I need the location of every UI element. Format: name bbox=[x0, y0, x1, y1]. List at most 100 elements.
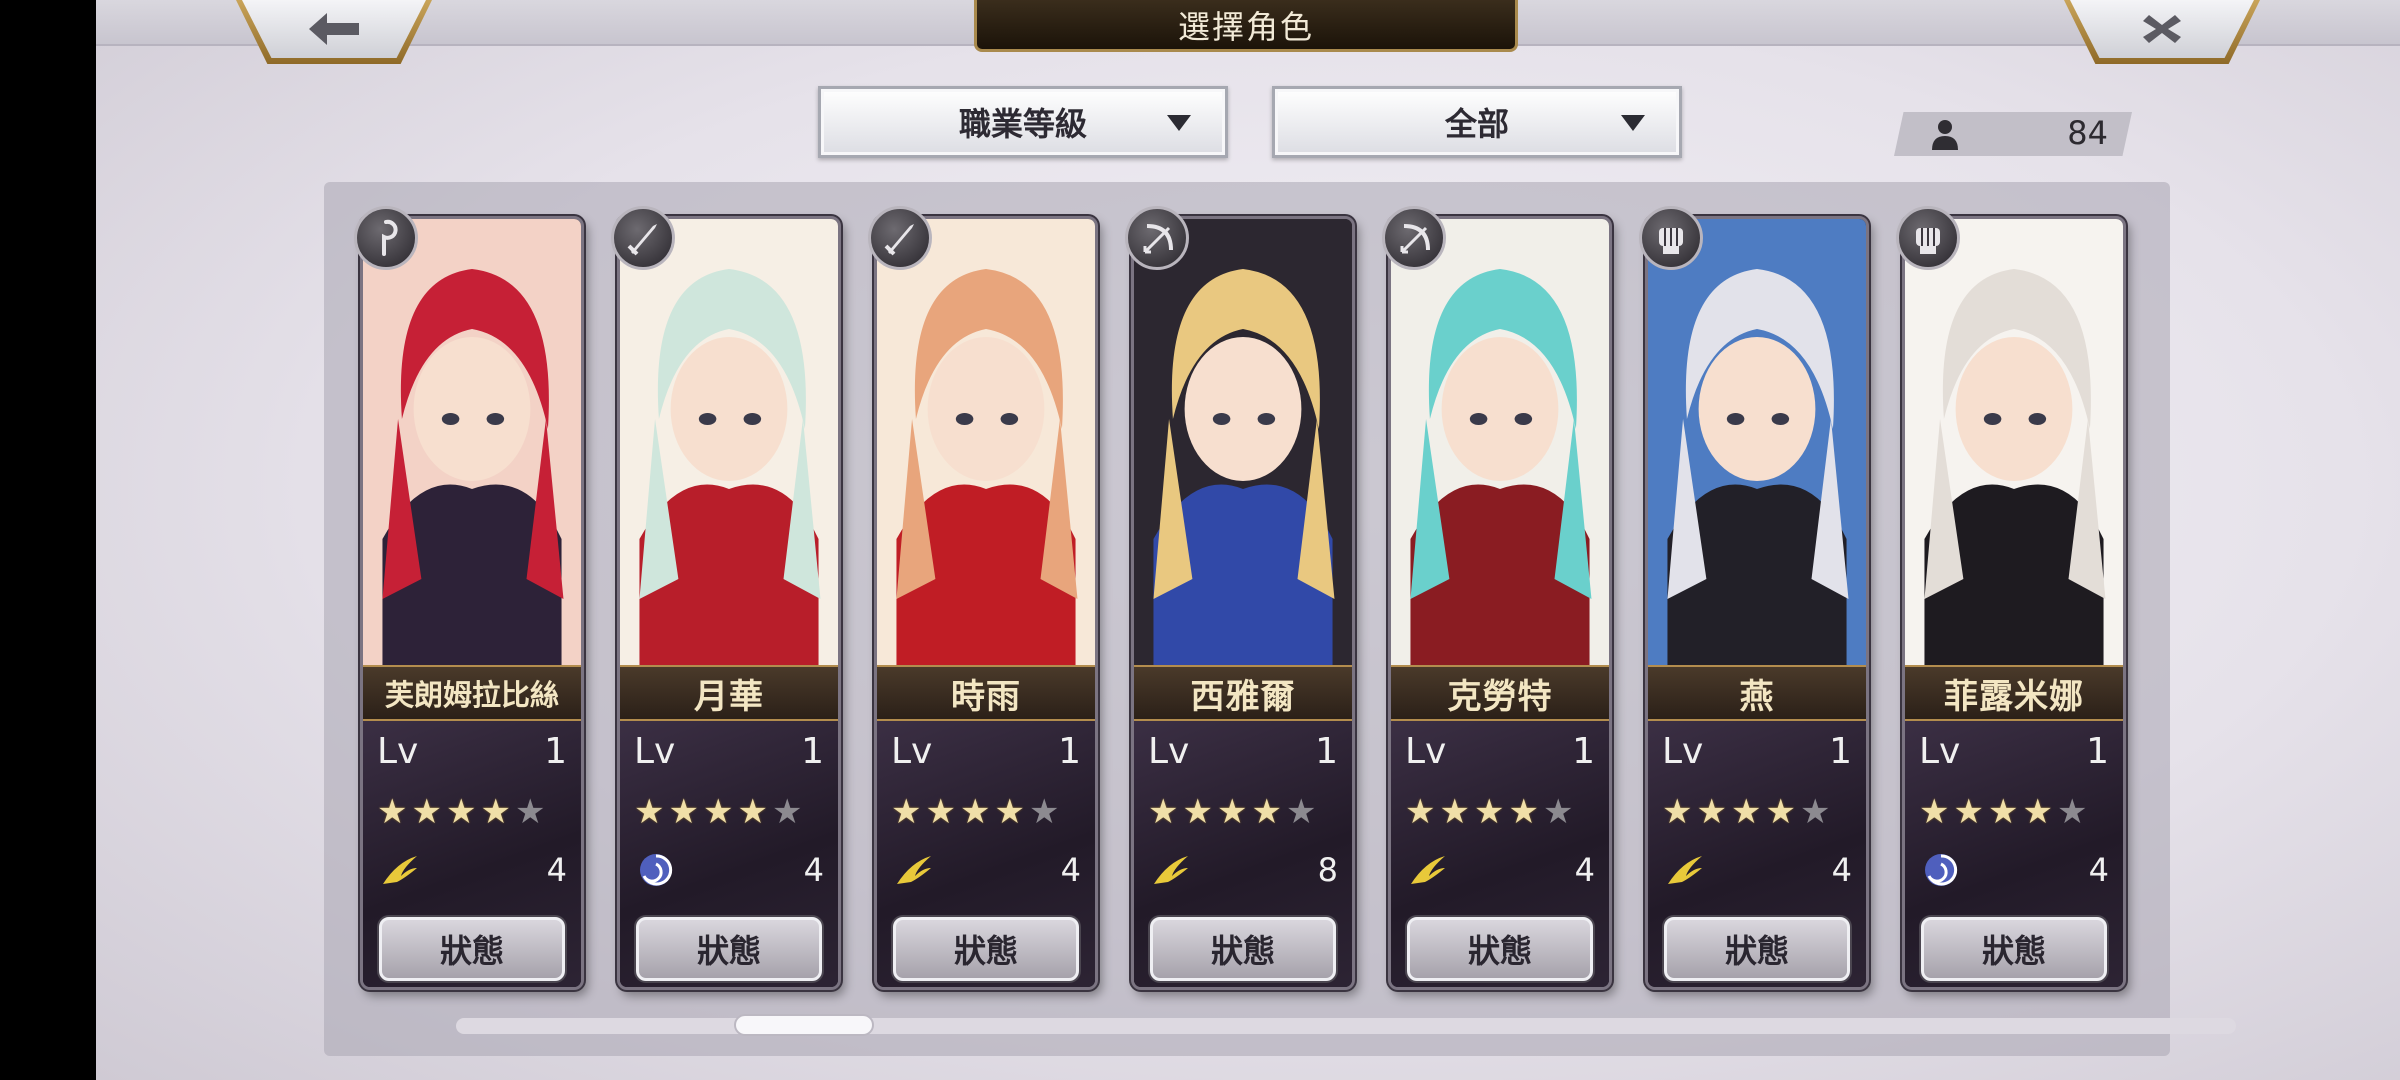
fist-icon bbox=[1639, 206, 1703, 270]
job-level-dropdown[interactable]: 職業等級 bbox=[818, 86, 1228, 158]
star-filled-icon: ★ bbox=[1182, 792, 1213, 832]
close-icon bbox=[2143, 15, 2181, 43]
level-label: Lv bbox=[891, 731, 933, 772]
character-stats: Lv 1 ★ ★ ★ ★ ★ 4 狀態 bbox=[1391, 721, 1609, 987]
staff-icon bbox=[354, 206, 418, 270]
character-card[interactable]: 時雨 Lv 1 ★ ★ ★ ★ ★ 4 狀態 bbox=[874, 216, 1098, 990]
chevron-down-icon bbox=[1621, 115, 1645, 131]
wind-element-icon bbox=[383, 856, 417, 884]
back-button[interactable] bbox=[236, 0, 432, 64]
character-card[interactable]: 克勞特 Lv 1 ★ ★ ★ ★ ★ 4 狀態 bbox=[1388, 216, 1612, 990]
character-name: 西雅爾 bbox=[1134, 665, 1352, 721]
star-filled-icon: ★ bbox=[994, 792, 1025, 832]
character-portrait bbox=[877, 219, 1095, 665]
rarity-stars: ★ ★ ★ ★ ★ bbox=[1919, 795, 2087, 829]
level-row: Lv 1 bbox=[1919, 731, 2109, 772]
cost-value: 4 bbox=[1060, 851, 1081, 889]
character-card[interactable]: 菲露米娜 Lv 1 ★ ★ ★ ★ ★ 4 狀態 bbox=[1902, 216, 2126, 990]
portrait-image bbox=[1134, 219, 1352, 665]
character-name: 芙朗姆拉比絲 bbox=[363, 665, 581, 721]
rarity-stars: ★ ★ ★ ★ ★ bbox=[891, 795, 1059, 829]
character-stats: Lv 1 ★ ★ ★ ★ ★ 8 狀態 bbox=[1134, 721, 1352, 987]
level-row: Lv 1 bbox=[377, 731, 567, 772]
category-dropdown[interactable]: 全部 bbox=[1272, 86, 1682, 158]
character-card[interactable]: 月華 Lv 1 ★ ★ ★ ★ ★ 4 狀態 bbox=[617, 216, 841, 990]
close-button[interactable] bbox=[2064, 0, 2260, 64]
game-screen: 選擇角色 職業等級 全部 84 芙朗姆拉比絲 Lv 1 ★ ★ ★ ★ ★ 4 狀態 月華 Lv 1 ★ bbox=[0, 0, 2400, 1080]
portrait-image bbox=[1391, 219, 1609, 665]
star-filled-icon: ★ bbox=[1405, 792, 1436, 832]
status-button[interactable]: 狀態 bbox=[636, 917, 822, 981]
star-filled-icon: ★ bbox=[1439, 792, 1470, 832]
wind-element-icon bbox=[1154, 856, 1188, 884]
scrollbar-thumb[interactable] bbox=[734, 1014, 874, 1036]
character-name: 時雨 bbox=[877, 665, 1095, 721]
portrait-image bbox=[877, 219, 1095, 665]
star-filled-icon: ★ bbox=[1662, 792, 1693, 832]
status-button[interactable]: 狀態 bbox=[1921, 917, 2107, 981]
water-element-icon bbox=[1925, 854, 1958, 886]
star-filled-icon: ★ bbox=[1473, 792, 1505, 832]
character-portrait bbox=[1648, 219, 1866, 665]
level-row: Lv 1 bbox=[1662, 731, 1852, 772]
element-row: 8 bbox=[1148, 847, 1338, 893]
element-row: 4 bbox=[891, 847, 1081, 893]
portrait-image bbox=[363, 219, 581, 665]
level-row: Lv 1 bbox=[634, 731, 824, 772]
star-filled-icon: ★ bbox=[445, 792, 477, 832]
level-label: Lv bbox=[1919, 731, 1961, 772]
character-card[interactable]: 西雅爾 Lv 1 ★ ★ ★ ★ ★ 8 狀態 bbox=[1131, 216, 1355, 990]
star-filled-icon: ★ bbox=[1730, 792, 1762, 832]
character-stats: Lv 1 ★ ★ ★ ★ ★ 4 狀態 bbox=[620, 721, 838, 987]
cost-value: 4 bbox=[1574, 851, 1595, 889]
element-row: 4 bbox=[634, 847, 824, 893]
cost-value: 4 bbox=[546, 851, 567, 889]
character-stats: Lv 1 ★ ★ ★ ★ ★ 4 狀態 bbox=[363, 721, 581, 987]
level-label: Lv bbox=[1148, 731, 1190, 772]
level-value: 1 bbox=[1058, 731, 1081, 772]
bow-icon bbox=[1125, 206, 1189, 270]
wind-element-icon bbox=[1411, 856, 1445, 884]
star-filled-icon: ★ bbox=[891, 792, 922, 832]
star-filled-icon: ★ bbox=[668, 792, 699, 832]
star-filled-icon: ★ bbox=[1953, 792, 1984, 832]
character-card[interactable]: 燕 Lv 1 ★ ★ ★ ★ ★ 4 狀態 bbox=[1645, 216, 1869, 990]
character-portrait bbox=[1391, 219, 1609, 665]
fist-icon bbox=[1896, 206, 1960, 270]
water-element-icon bbox=[640, 854, 673, 886]
status-button[interactable]: 狀態 bbox=[893, 917, 1079, 981]
job-level-dropdown-label: 職業等級 bbox=[958, 105, 1087, 143]
status-button[interactable]: 狀態 bbox=[1664, 917, 1850, 981]
star-filled-icon: ★ bbox=[1765, 792, 1796, 832]
rarity-stars: ★ ★ ★ ★ ★ bbox=[377, 795, 545, 829]
character-card[interactable]: 芙朗姆拉比絲 Lv 1 ★ ★ ★ ★ ★ 4 狀態 bbox=[360, 216, 584, 990]
element-row: 4 bbox=[377, 847, 567, 893]
sword-icon bbox=[611, 206, 675, 270]
arrow-left-icon bbox=[309, 13, 359, 45]
category-dropdown-label: 全部 bbox=[1444, 105, 1509, 143]
star-filled-icon: ★ bbox=[377, 792, 408, 832]
level-row: Lv 1 bbox=[1148, 731, 1338, 772]
chevron-down-icon bbox=[1167, 115, 1191, 131]
status-button[interactable]: 狀態 bbox=[1150, 917, 1336, 981]
roster-count-value: 84 bbox=[2067, 114, 2108, 152]
status-button[interactable]: 狀態 bbox=[379, 917, 565, 981]
level-value: 1 bbox=[1572, 731, 1595, 772]
star-filled-icon: ★ bbox=[959, 792, 991, 832]
star-filled-icon: ★ bbox=[480, 792, 511, 832]
rarity-stars: ★ ★ ★ ★ ★ bbox=[1148, 795, 1316, 829]
star-filled-icon: ★ bbox=[1508, 792, 1539, 832]
character-select-stage: 選擇角色 職業等級 全部 84 芙朗姆拉比絲 Lv 1 ★ ★ ★ ★ ★ 4 狀態 月華 Lv 1 ★ bbox=[96, 0, 2400, 1080]
star-filled-icon: ★ bbox=[1696, 792, 1727, 832]
character-portrait bbox=[620, 219, 838, 665]
rarity-stars: ★ ★ ★ ★ ★ bbox=[1405, 795, 1573, 829]
star-filled-icon: ★ bbox=[925, 792, 956, 832]
status-button[interactable]: 狀態 bbox=[1407, 917, 1593, 981]
level-row: Lv 1 bbox=[891, 731, 1081, 772]
bow-icon bbox=[1382, 206, 1446, 270]
character-name: 克勞特 bbox=[1391, 665, 1609, 721]
star-filled-icon: ★ bbox=[1216, 792, 1248, 832]
page-title: 選擇角色 bbox=[974, 0, 1518, 52]
level-row: Lv 1 bbox=[1405, 731, 1595, 772]
horizontal-scrollbar[interactable] bbox=[456, 1018, 2236, 1034]
